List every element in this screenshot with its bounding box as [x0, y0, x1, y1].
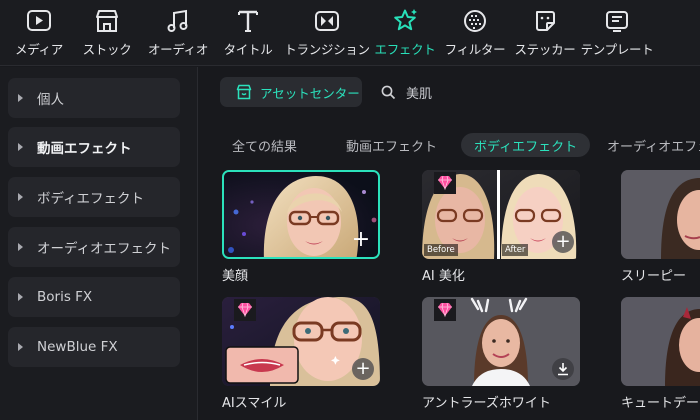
asset-center-label: アセットセンター — [260, 85, 360, 101]
toolbar-label: エフェクト — [374, 42, 436, 57]
effect-card[interactable]: キュートデーモン — [621, 297, 700, 413]
top-toolbar: メディア ストック オーディオ タイトル トランジション エフェクト フィルター… — [0, 0, 700, 66]
title-t-icon — [235, 7, 261, 35]
toolbar-label: ストック — [82, 42, 132, 57]
transition-icon — [314, 7, 340, 35]
before-tag: Before — [424, 244, 458, 256]
sidebar: 個人 動画エフェクト ボディエフェクト オーディオエフェクト Boris FX … — [0, 67, 198, 420]
music-note-icon — [165, 7, 191, 35]
toolbar-item-title[interactable]: タイトル — [222, 0, 274, 66]
media-play-icon — [26, 7, 52, 35]
effect-card-label: キュートデーモン — [621, 396, 700, 411]
toolbar-item-effect[interactable]: エフェクト — [374, 0, 436, 66]
tab-audio-effect[interactable]: オーディオエフェク — [607, 133, 700, 157]
effect-thumbnail — [621, 170, 700, 259]
effect-star-icon — [392, 7, 418, 35]
toolbar-label: オーディオ — [147, 42, 209, 57]
search-icon — [381, 85, 396, 100]
toolbar-label: メディア — [15, 42, 63, 57]
caret-right-icon — [18, 193, 23, 201]
add-icon[interactable]: + — [350, 229, 372, 251]
toolbar-label: タイトル — [223, 42, 273, 57]
premium-gem-icon — [434, 299, 456, 321]
sidebar-item-label: ボディエフェクト — [37, 191, 145, 207]
toolbar-item-stock[interactable]: ストック — [82, 0, 132, 66]
asset-center-button[interactable]: アセットセンター — [220, 77, 362, 107]
toolbar-item-filter[interactable]: フィルター — [444, 0, 506, 66]
effect-card-label: アントラーズホワイト — [422, 396, 551, 411]
effect-thumbnail: + — [222, 297, 380, 386]
sidebar-item-personal[interactable]: 個人 — [8, 78, 180, 118]
search-field[interactable]: 美肌 — [381, 77, 432, 107]
effect-thumbnail — [422, 297, 580, 386]
caret-right-icon — [18, 143, 23, 151]
tab-body-effect[interactable]: ボディエフェクト — [461, 133, 591, 157]
toolbar-item-transition[interactable]: トランジション — [284, 0, 370, 66]
effect-card[interactable]: + 美顔 — [222, 170, 382, 286]
premium-gem-icon — [234, 299, 256, 321]
sidebar-item-boris-fx[interactable]: Boris FX — [8, 277, 180, 317]
add-icon[interactable]: + — [352, 358, 374, 380]
caret-right-icon — [18, 94, 23, 102]
effect-card[interactable]: Before After + AI 美化 — [422, 170, 580, 286]
caret-right-icon — [18, 293, 23, 301]
sidebar-item-label: オーディオエフェクト — [37, 241, 172, 257]
caret-right-icon — [18, 243, 23, 251]
template-icon — [604, 7, 630, 35]
search-input[interactable]: 美肌 — [406, 83, 432, 102]
effects-panel: アセットセンター 美肌 全ての結果 動画エフェクト ボディエフェクト オーディオ… — [199, 67, 700, 420]
effect-card-label: 美顔 — [222, 269, 249, 284]
toolbar-item-audio[interactable]: オーディオ — [148, 0, 208, 66]
sidebar-item-label: Boris FX — [37, 289, 93, 305]
effect-thumbnail — [621, 297, 700, 386]
toolbar-label: フィルター — [444, 42, 506, 57]
effect-card-label: AI 美化 — [422, 269, 465, 284]
toolbar-label: ステッカー — [514, 42, 576, 57]
download-icon[interactable] — [552, 358, 574, 380]
sidebar-item-label: NewBlue FX — [37, 339, 118, 355]
sidebar-item-video-effect[interactable]: 動画エフェクト — [8, 127, 180, 167]
sidebar-item-newblue-fx[interactable]: NewBlue FX — [8, 327, 180, 367]
toolbar-item-sticker[interactable]: ステッカー — [514, 0, 576, 66]
effect-thumbnail: + — [222, 170, 380, 259]
after-tag: After — [502, 244, 529, 256]
effect-card-label: スリーピー — [621, 269, 687, 284]
store-icon — [236, 84, 252, 100]
sidebar-item-label: 個人 — [37, 92, 64, 108]
sidebar-item-label: 動画エフェクト — [37, 141, 132, 157]
sticker-icon — [532, 7, 558, 35]
effect-card[interactable]: アントラーズホワイト — [422, 297, 580, 413]
toolbar-label: テンプレート — [580, 42, 654, 57]
effect-card[interactable]: + AIスマイル — [222, 297, 380, 413]
premium-gem-icon — [434, 172, 456, 194]
stock-store-icon — [94, 7, 120, 35]
toolbar-item-template[interactable]: テンプレート — [580, 0, 654, 66]
toolbar-item-media[interactable]: メディア — [14, 0, 64, 66]
tab-video-effect[interactable]: 動画エフェクト — [346, 133, 437, 157]
effect-thumbnail: Before After + — [422, 170, 580, 259]
filter-icon — [462, 7, 488, 35]
caret-right-icon — [18, 343, 23, 351]
result-tabs: 全ての結果 動画エフェクト ボディエフェクト オーディオエフェク — [199, 133, 700, 157]
sidebar-item-body-effect[interactable]: ボディエフェクト — [8, 177, 180, 217]
sidebar-item-audio-effect[interactable]: オーディオエフェクト — [8, 227, 180, 267]
toolbar-label: トランジション — [284, 42, 370, 57]
effect-card-label: AIスマイル — [222, 396, 287, 411]
tab-all-results[interactable]: 全ての結果 — [232, 133, 297, 157]
effect-card[interactable]: スリーピー — [621, 170, 700, 286]
add-icon[interactable]: + — [552, 231, 574, 253]
